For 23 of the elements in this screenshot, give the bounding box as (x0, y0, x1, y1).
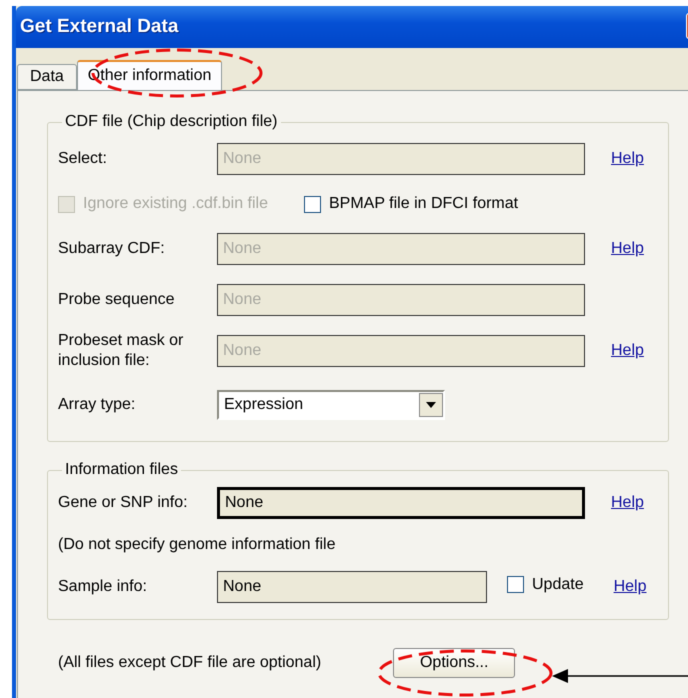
field-label: Sample info: (58, 577, 148, 597)
field-label: Probe sequence (58, 290, 176, 310)
field-label: Select: (58, 149, 108, 169)
field-label: Array type: (58, 395, 136, 415)
footer-note: (All files except CDF file are optional) (58, 654, 322, 672)
hint-text: (Do not specify genome information file (58, 536, 336, 554)
text-field[interactable]: None (217, 571, 487, 603)
help-link[interactable]: Help (614, 578, 646, 596)
window-title: Get External Data (20, 16, 178, 38)
help-link[interactable]: Help (611, 494, 644, 512)
caret-icon (419, 393, 443, 417)
options-button[interactable]: Options... (393, 648, 516, 678)
tab[interactable]: Data (17, 64, 77, 90)
field-label: Subarray CDF: (58, 239, 166, 259)
dropdown[interactable]: Expression (217, 390, 445, 420)
group-title: CDF file (Chip description file) (64, 113, 279, 131)
tab[interactable]: Other information (76, 60, 222, 90)
field-label: Probeset mask or inclusion file: (58, 331, 184, 371)
checkbox[interactable]: Update (507, 576, 584, 594)
checkbox[interactable]: BPMAP file in DFCI format (304, 195, 518, 213)
field-label: Gene or SNP info: (58, 493, 189, 513)
group-title: Information files (64, 461, 179, 479)
text-field[interactable]: None (217, 487, 585, 519)
